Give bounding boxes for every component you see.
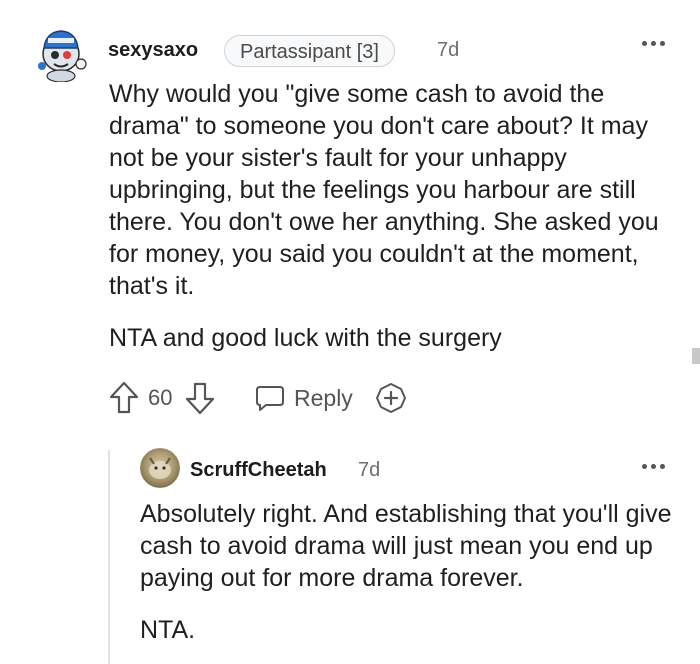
- reply-paragraph: Absolutely right. And establishing that …: [140, 500, 672, 592]
- downvote-icon[interactable]: [184, 380, 216, 416]
- reply-paragraph: NTA.: [140, 616, 196, 644]
- more-options-icon[interactable]: [640, 35, 668, 51]
- user-avatar[interactable]: [34, 24, 88, 83]
- comment-timestamp: 7d: [437, 39, 460, 61]
- more-options-icon[interactable]: [640, 458, 668, 474]
- reply-label: Reply: [294, 384, 353, 411]
- vote-count: 60: [148, 385, 173, 410]
- comment-username[interactable]: sexysaxo: [108, 39, 198, 62]
- reply-timestamp: 7d: [358, 459, 381, 481]
- speech-bubble-icon: [254, 383, 286, 413]
- user-avatar[interactable]: [140, 448, 180, 488]
- reply-button[interactable]: Reply: [254, 381, 353, 415]
- user-flair-badge: Partassipant [3]: [224, 35, 395, 67]
- comment-paragraph: NTA and good luck with the surgery: [109, 324, 502, 352]
- upvote-icon[interactable]: [108, 380, 140, 416]
- comment-body: Why would you "give some cash to avoid t…: [109, 78, 679, 354]
- scrollbar-thumb[interactable]: [692, 348, 700, 364]
- reply-body: Absolutely right. And establishing that …: [140, 498, 690, 646]
- award-plus-icon[interactable]: [374, 381, 408, 415]
- reply-username[interactable]: ScruffCheetah: [190, 459, 327, 482]
- thread-line[interactable]: [108, 450, 110, 664]
- comment-paragraph: Why would you "give some cash to avoid t…: [109, 80, 659, 300]
